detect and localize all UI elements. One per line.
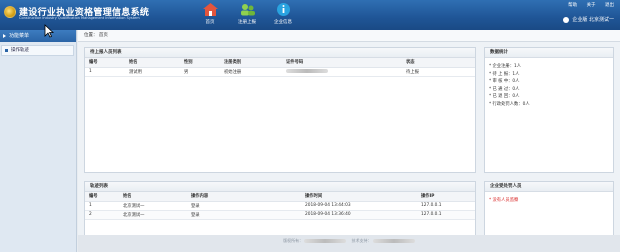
- pending-list-title: 待上报人员列表: [85, 48, 475, 58]
- table-row[interactable]: 2 北京测试一 登录 2018-09-04 13:36:40 127.0.0.1: [85, 210, 475, 220]
- cell: 待上报: [402, 67, 475, 77]
- cell: 1: [85, 67, 125, 77]
- bullet-icon: [5, 49, 8, 52]
- cell: 登录: [187, 201, 301, 211]
- col-header: 编号: [85, 58, 125, 68]
- chevron-right-icon: [3, 34, 6, 38]
- sidebar-item-label: 操作轨迹: [11, 48, 29, 53]
- stats-panel: 数据统计 * 企业注册：1人 * 待 上 报：1人 * 审 核 中：0人 * 已…: [484, 47, 614, 173]
- user-name: 企业版 北京测试一: [572, 17, 614, 23]
- app-subtitle: Construction Industry Qualification Mana…: [19, 16, 140, 20]
- cell: 127.0.0.1: [417, 210, 475, 220]
- stat-line: * 行政处罚人数：0人: [489, 101, 530, 107]
- stats-list: * 企业注册：1人 * 待 上 报：1人 * 审 核 中：0人 * 已 通 过：…: [485, 58, 613, 113]
- home-icon: [202, 2, 219, 17]
- penalty-title: 企业受处罚人员: [485, 182, 613, 192]
- cell: 1: [85, 201, 119, 211]
- nav-home[interactable]: 首页: [195, 2, 225, 28]
- pending-list-panel: 待上报人员列表 编号 姓名 性别 注册类别 证件号码 状态 1 测试用 男 初始…: [84, 47, 476, 173]
- redacted-block: [286, 68, 328, 73]
- users-icon: [239, 2, 256, 17]
- pending-table: 编号 姓名 性别 注册类别 证件号码 状态 1 测试用 男 初始注册 待上报: [85, 58, 475, 77]
- col-header: 姓名: [119, 192, 187, 202]
- help-link[interactable]: 帮助: [568, 3, 577, 8]
- stat-line: * 企业注册：1人: [489, 64, 522, 69]
- nav-report-label: 注册上报: [238, 20, 256, 25]
- stat-line: * 待 上 报：1人: [489, 71, 520, 77]
- col-header: 证件号码: [282, 58, 402, 68]
- mouse-cursor-icon: [44, 24, 54, 38]
- cell: 登录: [187, 210, 301, 220]
- cell: 北京测试一: [119, 210, 187, 220]
- cell: 2018-09-04 13:44:03: [301, 201, 417, 211]
- breadcrumb: 位置： 首页: [78, 30, 620, 42]
- about-link[interactable]: 关于: [587, 3, 596, 8]
- stat-line: * 已 退 回：0人: [489, 94, 520, 99]
- footer-tech: 技术支持：: [351, 238, 372, 243]
- redacted-id-cell: [282, 67, 402, 77]
- footer: 版权所有： 技术支持：: [78, 235, 620, 252]
- info-icon: [275, 2, 292, 17]
- logout-link[interactable]: 退出: [605, 3, 614, 8]
- nav-home-label: 首页: [205, 20, 215, 25]
- table-row[interactable]: 1 北京测试一 登录 2018-09-04 13:44:03 127.0.0.1: [85, 201, 475, 211]
- sidebar: 功能菜单 操作轨迹: [0, 30, 77, 252]
- user-icon: [563, 16, 570, 23]
- col-header: 编号: [85, 192, 119, 202]
- top-links: 帮助 关于 退出: [560, 2, 614, 8]
- cell: 127.0.0.1: [417, 201, 475, 211]
- logo-icon: [4, 6, 16, 18]
- redacted-block: [304, 239, 347, 243]
- col-header: 操作时间: [301, 192, 417, 202]
- stats-title: 数据统计: [485, 48, 613, 58]
- col-header: 性别: [180, 58, 220, 68]
- cell: 初始注册: [220, 67, 282, 77]
- main-content: 位置： 首页 待上报人员列表 编号 姓名 性别 注册类别 证件号码 状态 1 测…: [78, 30, 620, 252]
- stat-line: * 审 核 中：0人: [489, 79, 520, 84]
- penalty-message: * 没有人员监察: [489, 198, 519, 203]
- table-row[interactable]: 1 测试用 男 初始注册 待上报: [85, 67, 475, 77]
- stat-line: * 已 通 过：0人: [489, 86, 520, 92]
- track-list-title: 轨迹列表: [85, 182, 475, 192]
- app-header: 建设行业执业资格管理信息系统 Construction Industry Qua…: [0, 0, 620, 30]
- col-header: 状态: [402, 58, 475, 68]
- col-header: 操作内容: [187, 192, 301, 202]
- redacted-block: [372, 239, 415, 243]
- user-info: 企业版 北京测试一: [563, 16, 614, 23]
- col-header: 姓名: [125, 58, 180, 68]
- col-header: 操作IP: [417, 192, 475, 202]
- cell: 男: [180, 67, 220, 77]
- cell: 北京测试一: [119, 201, 187, 211]
- nav-report[interactable]: 注册上报: [232, 2, 262, 28]
- cell: 测试用: [125, 67, 180, 77]
- track-table: 编号 姓名 操作内容 操作时间 操作IP 1 北京测试一 登录 2018-09-…: [85, 192, 475, 220]
- sidebar-item-track[interactable]: 操作轨迹: [1, 45, 74, 56]
- nav-info-label: 企业信息: [274, 20, 292, 25]
- col-header: 注册类别: [220, 58, 282, 68]
- cell: 2: [85, 210, 119, 220]
- sidebar-heading[interactable]: 功能菜单: [0, 30, 76, 42]
- nav-info[interactable]: 企业信息: [268, 2, 298, 28]
- footer-copyright: 版权所有：: [283, 238, 304, 243]
- sidebar-heading-label: 功能菜单: [9, 33, 30, 39]
- cell: 2018-09-04 13:36:40: [301, 210, 417, 220]
